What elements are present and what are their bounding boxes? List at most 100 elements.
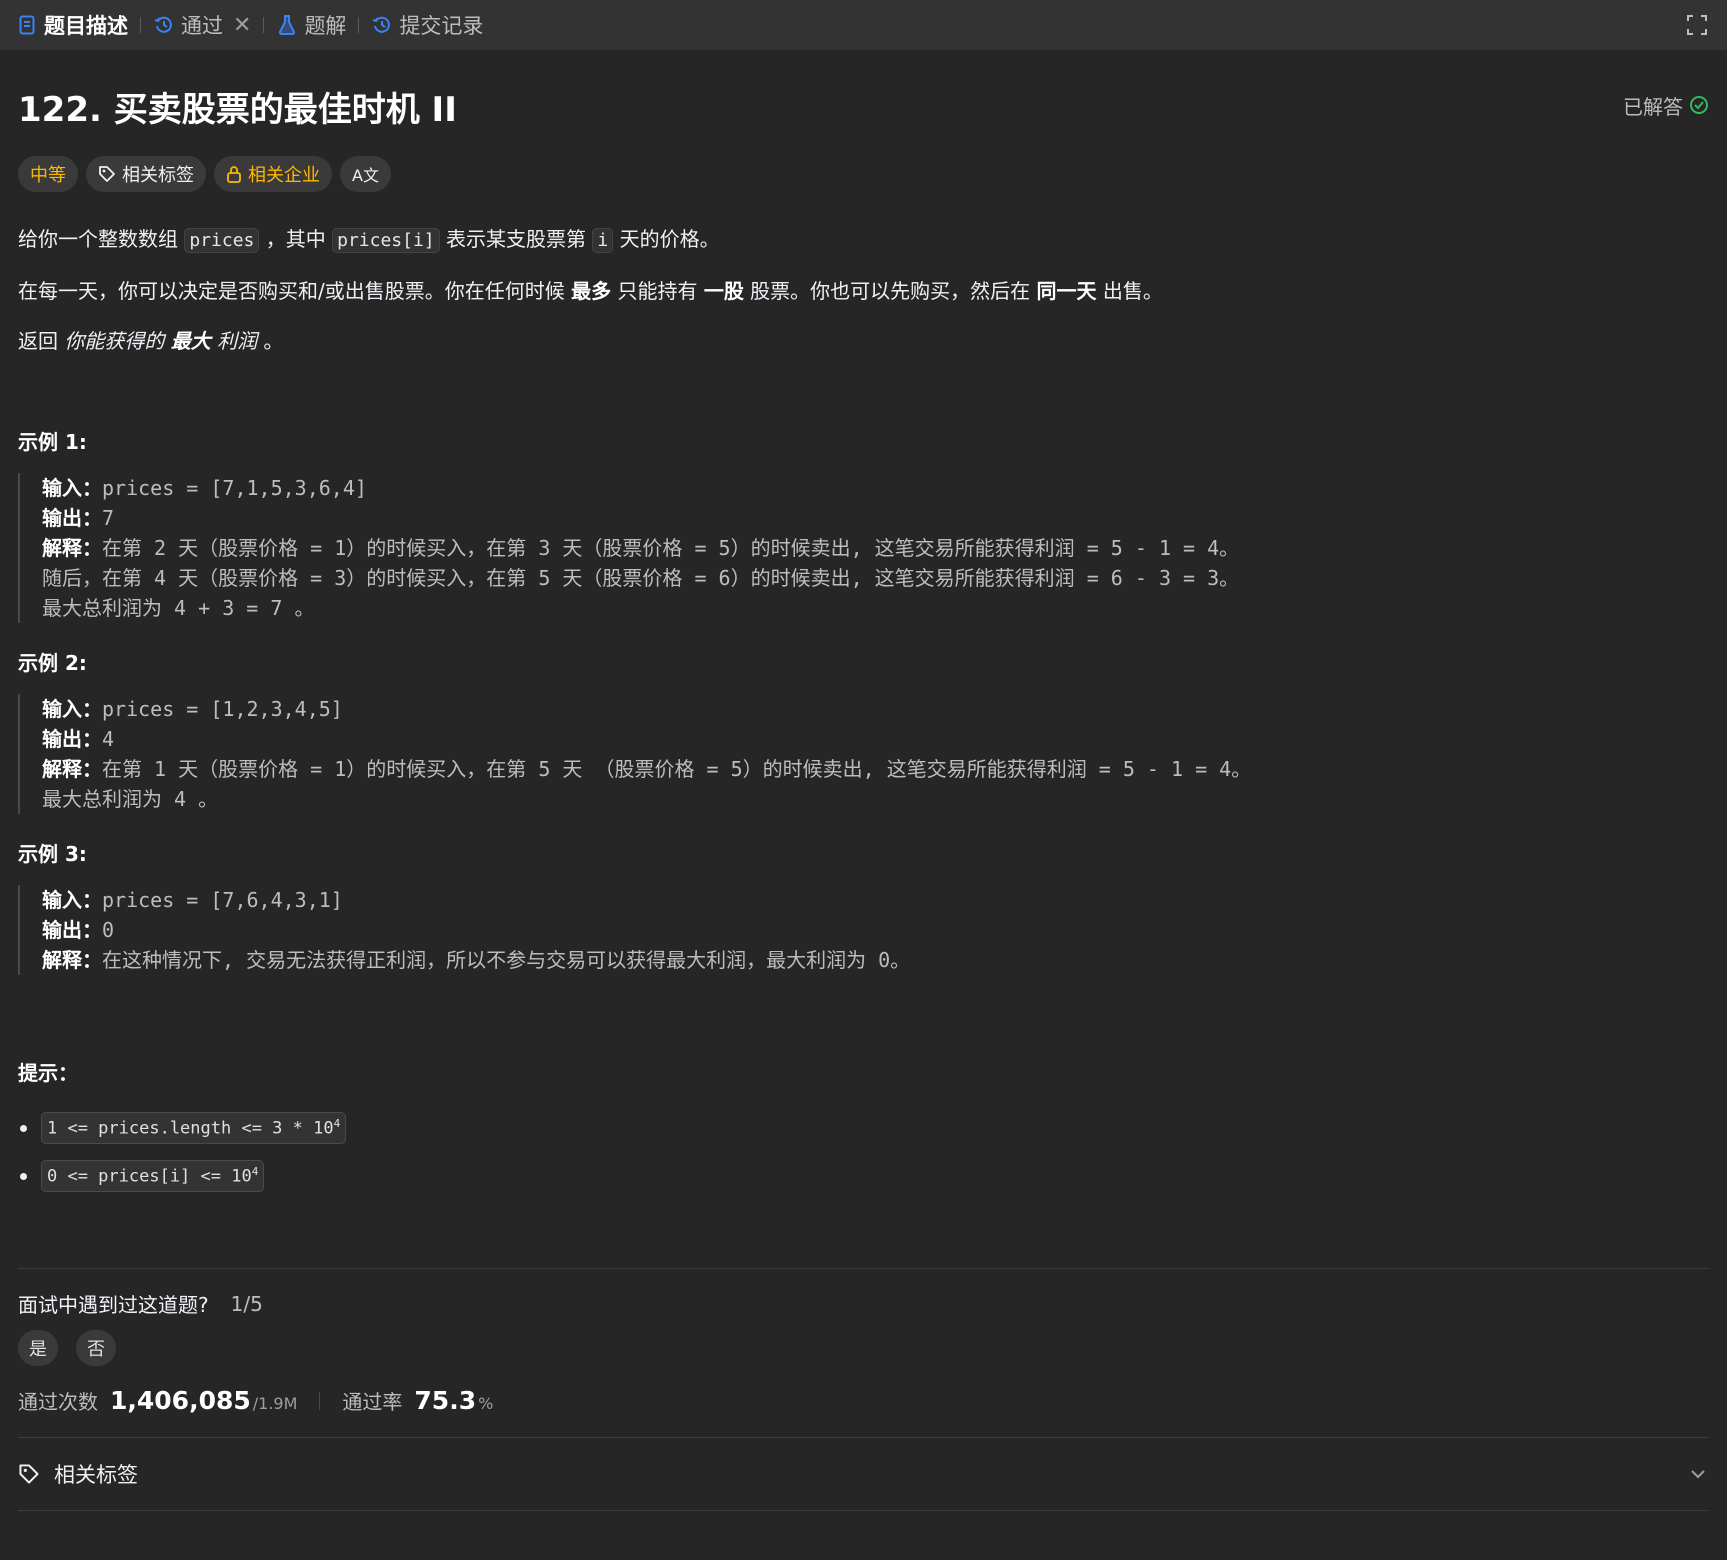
explain-line: 最大总利润为 4 + 3 = 7 。 [42, 596, 315, 620]
explain-line: 在这种情况下, 交易无法获得正利润，所以不参与交易可以获得最大利润，最大利润为 … [102, 948, 911, 972]
bullet [20, 1172, 27, 1180]
description-icon [16, 14, 38, 36]
inline-code: prices[i] [332, 228, 440, 253]
example-block: 输入：prices = [1,2,3,4,5] 输出：4 解释：在第 1 天（股… [18, 694, 1709, 814]
bullet [20, 1124, 27, 1132]
example-title: 示例 1: [18, 430, 87, 454]
difficulty-badge[interactable]: 中等 [18, 156, 78, 192]
history-icon [371, 14, 393, 36]
description-paragraph-3: 返回 你能获得的 最大 利润 。 [18, 326, 1709, 356]
close-icon[interactable]: ✕ [233, 13, 251, 38]
tab-label: 通过 [181, 14, 223, 38]
text: 出售。 [1096, 279, 1163, 303]
input-value: prices = [1,2,3,4,5] [102, 697, 343, 721]
italic-text: 利润 [210, 329, 258, 353]
hint-code: 0 <= prices[i] <= 104 [41, 1160, 265, 1192]
output-label: 输出： [42, 918, 102, 942]
text: 表示某支股票第 [439, 227, 593, 251]
text: ，其中 [259, 227, 333, 251]
input-value: prices = [7,1,5,3,6,4] [102, 476, 367, 500]
example-explain: 解释：在第 1 天（股票价格 = 1）的时候买入，在第 5 天 （股票价格 = … [42, 754, 1709, 784]
output-label: 输出： [42, 727, 102, 751]
tab-description[interactable]: 题目描述 [16, 0, 128, 50]
explain-label: 解释： [42, 536, 102, 560]
hint-exponent: 4 [333, 1117, 341, 1131]
acceptance-rate-label: 通过率 [342, 1390, 403, 1414]
explain-label: 解释： [42, 757, 102, 781]
hint-item: 1 <= prices.length <= 3 * 104 [18, 1104, 1709, 1152]
no-button[interactable]: 否 [76, 1330, 116, 1366]
stats-row: 通过次数 1,406,085 /1.9M 通过率 75.3 % [18, 1386, 1709, 1415]
explain-label: 解释： [42, 948, 102, 972]
text: 返回 [18, 329, 65, 353]
explain-line: 在第 1 天（股票价格 = 1）的时候买入，在第 5 天 （股票价格 = 5）的… [102, 757, 1252, 781]
bold-text: 最大 [170, 329, 211, 353]
example-output: 输出：4 [42, 724, 1709, 754]
acceptance-rate-unit: % [478, 1394, 494, 1413]
text: 只能持有 [611, 279, 704, 303]
input-label: 输入： [42, 697, 102, 721]
text: 天的价格。 [613, 227, 720, 251]
translate-icon: A文 [352, 166, 379, 185]
tag-icon [99, 166, 115, 182]
submissions-value: /1.9M [252, 1394, 298, 1413]
bold-text: 最多 [571, 279, 612, 303]
translate-badge[interactable]: A文 [340, 156, 391, 192]
related-tags-section[interactable]: 相关标签 [18, 1438, 1709, 1510]
tags-badge[interactable]: 相关标签 [86, 156, 206, 192]
yes-button[interactable]: 是 [18, 1330, 58, 1366]
tab-divider [358, 17, 360, 33]
hints-list: 1 <= prices.length <= 3 * 104 0 <= price… [18, 1104, 1709, 1200]
bold-text: 同一天 [1036, 279, 1097, 303]
flask-icon [276, 14, 298, 36]
tab-label: 题解 [304, 14, 347, 38]
italic-text: 你能获得的 [64, 329, 171, 353]
hints-title: 提示： [18, 1061, 78, 1085]
text: 股票。你也可以先购买，然后在 [743, 279, 1037, 303]
acceptance-rate-value: 75.3 [414, 1386, 477, 1415]
tab-accepted[interactable]: 通过 ✕ [153, 0, 251, 50]
text: 。 [257, 329, 284, 353]
tags-badge-label: 相关标签 [122, 165, 194, 186]
title-row: 122. 买卖股票的最佳时机 II 已解答 [18, 50, 1709, 160]
tab-label: 提交记录 [399, 14, 484, 38]
hint-exponent: 4 [251, 1165, 259, 1179]
badge-row: 中等 相关标签 相关企业 A文 [18, 156, 1709, 192]
example-input: 输入：prices = [7,1,5,3,6,4] [42, 473, 1709, 503]
tab-bar: 题目描述 通过 ✕ 题解 提交记录 [0, 0, 1727, 50]
text: 给你一个整数数组 [18, 227, 185, 251]
fullscreen-icon[interactable] [1685, 13, 1709, 37]
output-value: 7 [102, 506, 115, 530]
example-input: 输入：prices = [7,6,4,3,1] [42, 885, 1709, 915]
chevron-down-icon[interactable] [1687, 1463, 1709, 1485]
company-badge[interactable]: 相关企业 [214, 156, 332, 192]
example-explain: 解释：在第 2 天（股票价格 = 1）的时候买入，在第 3 天（股票价格 = 5… [42, 533, 1709, 563]
example-block: 输入：prices = [7,6,4,3,1] 输出：0 解释：在这种情况下, … [18, 885, 1709, 975]
bold-text: 一股 [703, 279, 744, 303]
example-output: 输出：7 [42, 503, 1709, 533]
tab-divider [140, 17, 141, 33]
accepted-label: 通过次数 [18, 1390, 98, 1414]
output-value: 4 [102, 727, 115, 751]
tab-submissions[interactable]: 提交记录 [371, 0, 483, 50]
history-icon [153, 14, 175, 36]
example-explain: 解释：在这种情况下, 交易无法获得正利润，所以不参与交易可以获得最大利润，最大利… [42, 945, 1709, 975]
description-paragraph-2: 在每一天，你可以决定是否购买和/或出售股票。你在任何时候 最多 只能持有 一股 … [18, 276, 1709, 306]
tag-icon [19, 1464, 39, 1484]
input-label: 输入： [42, 476, 102, 500]
interview-count: 1/5 [230, 1291, 263, 1316]
output-value: 0 [102, 918, 115, 942]
hint-item: 0 <= prices[i] <= 104 [18, 1152, 1709, 1200]
problem-title[interactable]: 122. 买卖股票的最佳时机 II [18, 80, 457, 131]
inline-code: i [592, 228, 614, 253]
tab-divider [263, 17, 265, 33]
tab-solutions[interactable]: 题解 [276, 0, 346, 50]
output-label: 输出： [42, 506, 102, 530]
solved-status: 已解答 [1623, 91, 1709, 120]
check-circle-icon [1690, 96, 1708, 114]
accepted-value: 1,406,085 [110, 1386, 251, 1415]
example-title: 示例 2: [18, 651, 87, 675]
hint-text: 1 <= prices.length <= 3 * 10 [47, 1118, 334, 1139]
example-block: 输入：prices = [7,1,5,3,6,4] 输出：7 解释：在第 2 天… [18, 473, 1709, 623]
lock-icon [227, 166, 241, 183]
